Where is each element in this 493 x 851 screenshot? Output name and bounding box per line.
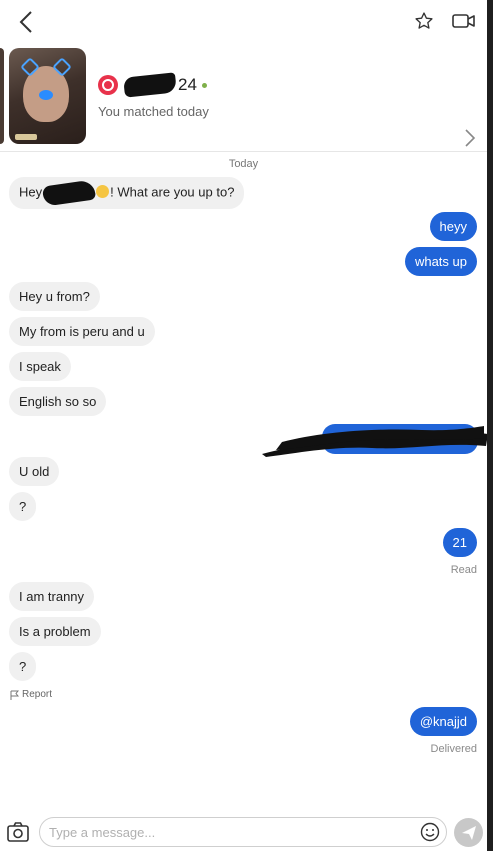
date-separator: Today bbox=[228, 158, 259, 170]
profile-photo[interactable] bbox=[9, 48, 86, 144]
message-incoming[interactable]: Is a problem bbox=[9, 617, 101, 646]
smiley-emoji-icon bbox=[96, 185, 110, 199]
message-incoming[interactable]: English so so bbox=[9, 387, 107, 416]
redacted-outgoing-message bbox=[262, 424, 488, 457]
message-outgoing[interactable]: whats up bbox=[404, 247, 477, 276]
message-incoming[interactable]: Hey u from? bbox=[9, 282, 100, 311]
message-incoming[interactable]: I am tranny bbox=[9, 582, 95, 611]
message-incoming[interactable]: ? bbox=[9, 492, 37, 521]
top-bar bbox=[0, 0, 493, 42]
camera-button[interactable] bbox=[6, 820, 30, 844]
send-button[interactable] bbox=[454, 818, 483, 847]
message-incoming[interactable]: ? bbox=[9, 652, 37, 681]
video-call-button[interactable] bbox=[451, 8, 477, 34]
message-incoming[interactable]: My from is peru and u bbox=[9, 317, 155, 346]
message-outgoing[interactable]: 21 bbox=[442, 528, 477, 557]
emoji-icon[interactable] bbox=[420, 822, 440, 842]
report-label: Report bbox=[22, 689, 53, 700]
match-age: 24 bbox=[178, 75, 197, 94]
video-camera-icon bbox=[452, 14, 475, 28]
chevron-left-icon bbox=[19, 11, 32, 33]
scrollbar[interactable] bbox=[487, 0, 493, 851]
back-button[interactable] bbox=[12, 8, 40, 36]
brand-heart-icon bbox=[98, 75, 118, 95]
message-input-wrapper bbox=[39, 817, 447, 847]
message-incoming[interactable]: Hey! What are you up to? bbox=[9, 177, 245, 209]
star-icon bbox=[415, 12, 433, 29]
message-incoming[interactable]: I speak bbox=[9, 352, 71, 381]
report-link[interactable]: Report bbox=[10, 689, 52, 700]
previous-photo-thumbnail[interactable] bbox=[0, 48, 4, 144]
send-icon bbox=[461, 825, 476, 840]
match-info: 24 You matched today bbox=[98, 72, 209, 119]
name-row: 24 bbox=[98, 72, 209, 98]
camera-icon bbox=[7, 822, 29, 842]
favorite-button[interactable] bbox=[411, 8, 437, 34]
matched-label: You matched today bbox=[98, 104, 209, 119]
flag-icon bbox=[10, 690, 19, 700]
message-input[interactable] bbox=[49, 818, 409, 846]
redacted-name bbox=[123, 72, 177, 98]
delivered-status: Delivered bbox=[430, 743, 477, 755]
chevron-right-icon[interactable] bbox=[462, 128, 478, 148]
photo-badge bbox=[15, 134, 37, 140]
message-outgoing[interactable]: @knajjd bbox=[409, 707, 477, 736]
message-incoming[interactable]: U old bbox=[9, 457, 60, 486]
message-composer bbox=[0, 814, 487, 851]
online-indicator bbox=[201, 82, 207, 88]
redacted-text bbox=[41, 179, 97, 207]
match-header[interactable]: 24 You matched today bbox=[0, 42, 493, 152]
message-outgoing[interactable]: heyy bbox=[429, 212, 477, 241]
read-status: Read bbox=[450, 564, 477, 576]
